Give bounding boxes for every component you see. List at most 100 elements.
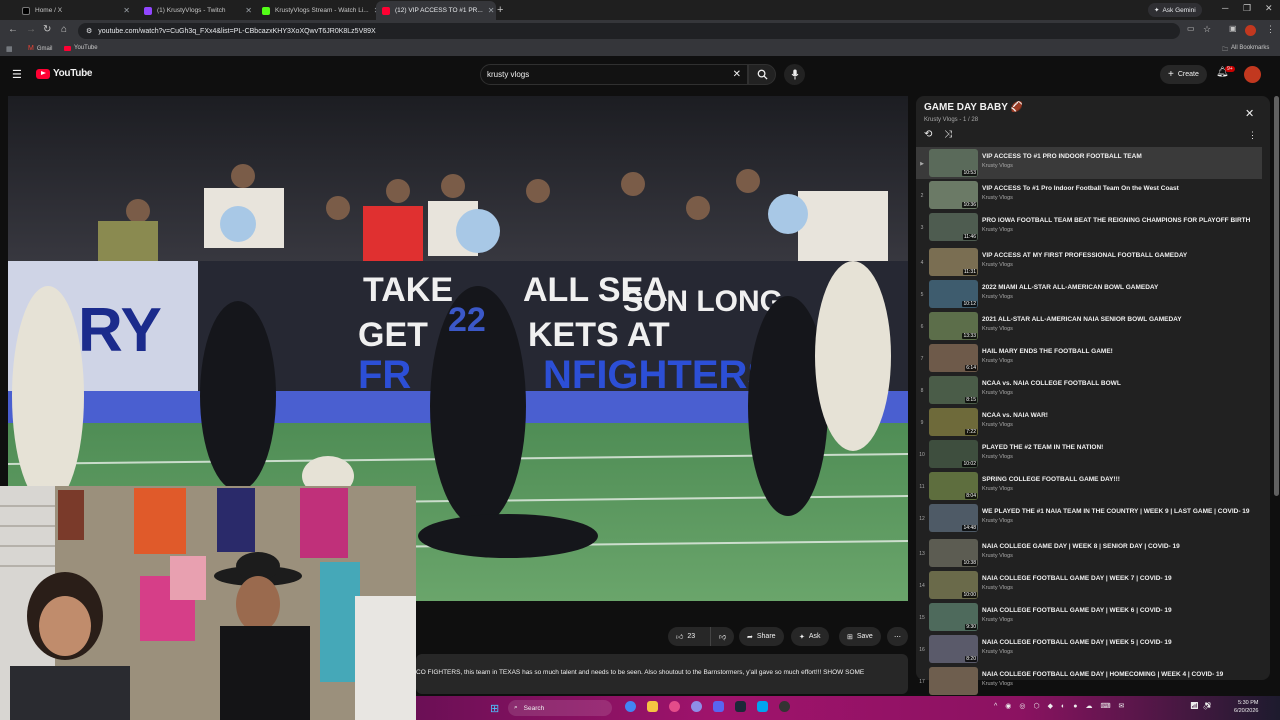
network-volume-icons[interactable]: 📶︎🔊︎ — [1190, 702, 1216, 710]
video-thumbnail[interactable]: 13:33 — [929, 312, 978, 340]
all-bookmarks-button[interactable]: 🗀 All Bookmarks — [1222, 45, 1269, 55]
close-tab-icon[interactable]: ✕ — [123, 6, 130, 15]
close-playlist-icon[interactable]: ✕ — [1245, 107, 1254, 120]
playlist-item[interactable]: 16 8:20 NAIA COLLEGE FOOTBALL GAME DAY | W… — [916, 633, 1262, 665]
loop-icon[interactable]: ⟲ — [924, 129, 932, 140]
extensions-icon[interactable]: ▣ — [1229, 24, 1237, 33]
voice-search-button[interactable] — [784, 64, 805, 85]
new-tab-button[interactable]: + — [497, 4, 503, 16]
playlist-item[interactable]: 5 10:12 2022 MIAMI ALL-STAR ALL-AMERICAN B… — [916, 278, 1262, 310]
discord-icon[interactable] — [713, 701, 724, 712]
video-thumbnail[interactable]: 11:31 — [929, 248, 978, 276]
playlist-item-title[interactable]: NCAA vs. NAIA WAR! — [982, 411, 1252, 420]
browser-tab-x[interactable]: Home / X ✕ — [16, 1, 136, 20]
video-thumbnail[interactable]: 11:46 — [929, 213, 978, 241]
search-button[interactable] — [748, 64, 776, 85]
profile-avatar[interactable] — [1245, 25, 1256, 36]
obs-icon[interactable] — [779, 701, 790, 712]
playlist-item[interactable]: 15 9:30 NAIA COLLEGE FOOTBALL GAME DAY | W… — [916, 601, 1262, 633]
more-actions-button[interactable]: ⋯ — [887, 627, 908, 646]
playlist-item-channel[interactable]: Krusty Vlogs — [982, 422, 1252, 428]
back-icon[interactable]: ← — [8, 24, 18, 35]
playlist-item-channel[interactable]: Krusty Vlogs — [982, 390, 1252, 396]
playlist-item-title[interactable]: PLAYED THE #2 TEAM IN THE NATION! — [982, 443, 1252, 452]
playlist-item-title[interactable]: NAIA COLLEGE GAME DAY | WEEK 8 | SENIOR … — [982, 542, 1252, 551]
playlist-item-channel[interactable]: Krusty Vlogs — [982, 518, 1252, 524]
playlist-channel[interactable]: Krusty Vlogs — [924, 117, 958, 123]
playlist-item-title[interactable]: PRO IOWA FOOTBALL TEAM BEAT THE REIGNING… — [982, 216, 1252, 225]
playlist-item-channel[interactable]: Krusty Vlogs — [982, 294, 1252, 300]
account-avatar[interactable] — [1244, 66, 1261, 83]
playlist-item[interactable]: ▶ 10:53 VIP ACCESS TO #1 PRO INDOOR FOOTBA… — [916, 147, 1262, 179]
video-thumbnail[interactable]: 10:02 — [929, 440, 978, 468]
playlist-item-channel[interactable]: Krusty Vlogs — [982, 195, 1252, 201]
address-bar[interactable]: ⚙ youtube.com/watch?v=CuGh3q_FXx4&list=P… — [78, 23, 1180, 39]
close-tab-icon[interactable]: ✕ — [488, 6, 495, 15]
playlist-item-channel[interactable]: Krusty Vlogs — [982, 553, 1252, 559]
playlist-item-channel[interactable]: Krusty Vlogs — [982, 486, 1252, 492]
playlist-item-title[interactable]: 2021 ALL-STAR ALL-AMERICAN NAIA SENIOR B… — [982, 315, 1252, 324]
playlist-item-channel[interactable]: Krusty Vlogs — [982, 163, 1252, 169]
clear-search-icon[interactable]: ✕ — [733, 69, 741, 80]
windows-start-icon[interactable]: ⊞ — [490, 702, 499, 715]
playlist-item[interactable]: 2 10:36 VIP ACCESS To #1 Pro Indoor Footba… — [916, 179, 1262, 211]
share-button[interactable]: ➦ Share — [739, 627, 784, 646]
playlist-item-channel[interactable]: Krusty Vlogs — [982, 585, 1252, 591]
taskbar-clock[interactable]: 5:30 PM 6/20/2026 — [1234, 699, 1258, 715]
bookmark-star-icon[interactable]: ☆ — [1203, 24, 1211, 35]
video-thumbnail[interactable]: 7:22 — [929, 408, 978, 436]
playlist-item-title[interactable]: HAIL MARY ENDS THE FOOTBALL GAME! — [982, 347, 1252, 356]
playlist-item[interactable]: 4 11:31 VIP ACCESS AT MY FIRST PROFESSIONA… — [916, 246, 1262, 278]
video-thumbnail[interactable]: 10:12 — [929, 280, 978, 308]
window-close-icon[interactable]: ✕ — [1265, 3, 1273, 14]
video-thumbnail[interactable]: 10:38 — [929, 539, 978, 567]
maximize-icon[interactable]: ❐ — [1243, 3, 1251, 14]
bookmark-gmail[interactable]: M Gmail — [28, 45, 53, 52]
youtube-logo[interactable]: YouTube — [36, 68, 93, 79]
playlist-item[interactable]: 7 6:14 HAIL MARY ENDS THE FOOTBALL GAME! Kr… — [916, 342, 1262, 374]
playlist-item-channel[interactable]: Krusty Vlogs — [982, 454, 1252, 460]
playlist-item-channel[interactable]: Krusty Vlogs — [982, 326, 1252, 332]
playlist-item-title[interactable]: NAIA COLLEGE FOOTBALL GAME DAY | WEEK 6 … — [982, 606, 1252, 615]
apps-grid-icon[interactable]: ▦ — [6, 45, 13, 53]
playlist-item-title[interactable]: WE PLAYED THE #1 NAIA TEAM IN THE COUNTR… — [982, 507, 1252, 516]
playlist-item[interactable]: 9 7:22 NCAA vs. NAIA WAR! Krusty Vlogs — [916, 406, 1262, 438]
create-button[interactable]: + Create — [1160, 65, 1207, 84]
playlist-item-title[interactable]: NAIA COLLEGE FOOTBALL GAME DAY | WEEK 7 … — [982, 574, 1252, 583]
video-thumbnail[interactable]: 8:04 — [929, 472, 978, 500]
video-description[interactable]: CO FIGHTERS, this team in TEXAS has so m… — [416, 654, 908, 694]
playlist-item-channel[interactable]: Krusty Vlogs — [982, 649, 1252, 655]
app-taskbar-icon[interactable] — [691, 701, 702, 712]
playlist-item-channel[interactable]: Krusty Vlogs — [982, 227, 1252, 233]
playlist-item-channel[interactable]: Krusty Vlogs — [982, 358, 1252, 364]
playlist-item-channel[interactable]: Krusty Vlogs — [982, 681, 1252, 687]
playlist-item-channel[interactable]: Krusty Vlogs — [982, 617, 1252, 623]
app-taskbar-icon[interactable] — [669, 701, 680, 712]
browser-tab-youtube[interactable]: (12) VIP ACCESS TO #1 PR... ✕ — [376, 1, 496, 20]
forward-icon[interactable]: → — [26, 24, 36, 35]
site-info-icon[interactable]: ⚙ — [86, 27, 92, 35]
playlist-item[interactable]: 11 8:04 SPRING COLLEGE FOOTBALL GAME DAY!!… — [916, 470, 1262, 502]
playlist-item-title[interactable]: SPRING COLLEGE FOOTBALL GAME DAY!!! — [982, 475, 1252, 484]
playlist-item-channel[interactable]: Krusty Vlogs — [982, 262, 1252, 268]
playlist-item[interactable]: 6 13:33 2021 ALL-STAR ALL-AMERICAN NAIA SE… — [916, 310, 1262, 342]
ask-button[interactable]: ✦ Ask — [791, 627, 829, 646]
bookmark-youtube[interactable]: YouTube — [64, 45, 98, 51]
playlist-item[interactable]: 13 10:38 NAIA COLLEGE GAME DAY | WEEK 8 | … — [916, 537, 1262, 569]
playlist-item[interactable]: 12 14:48 WE PLAYED THE #1 NAIA TEAM IN THE… — [916, 502, 1262, 537]
minimize-icon[interactable]: ─ — [1222, 3, 1228, 13]
file-explorer-icon[interactable] — [647, 701, 658, 712]
save-button[interactable]: ⊞ Save — [839, 627, 881, 646]
video-thumbnail[interactable]: 10:53 — [929, 149, 978, 177]
search-input[interactable]: krusty vlogs ✕ — [480, 64, 748, 85]
cast-icon[interactable]: ▭ — [1187, 24, 1195, 33]
browser-menu-icon[interactable]: ⋮ — [1266, 24, 1275, 35]
close-tab-icon[interactable]: ✕ — [245, 6, 252, 15]
video-thumbnail[interactable] — [929, 667, 978, 695]
video-thumbnail[interactable]: 8:15 — [929, 376, 978, 404]
dislike-button[interactable]: 👎︎ — [710, 627, 734, 646]
video-thumbnail[interactable]: 10:00 — [929, 571, 978, 599]
playlist-item-title[interactable]: NCAA vs. NAIA COLLEGE FOOTBALL BOWL — [982, 379, 1252, 388]
page-scrollbar[interactable] — [1274, 96, 1279, 496]
app-taskbar-icon[interactable] — [757, 701, 768, 712]
